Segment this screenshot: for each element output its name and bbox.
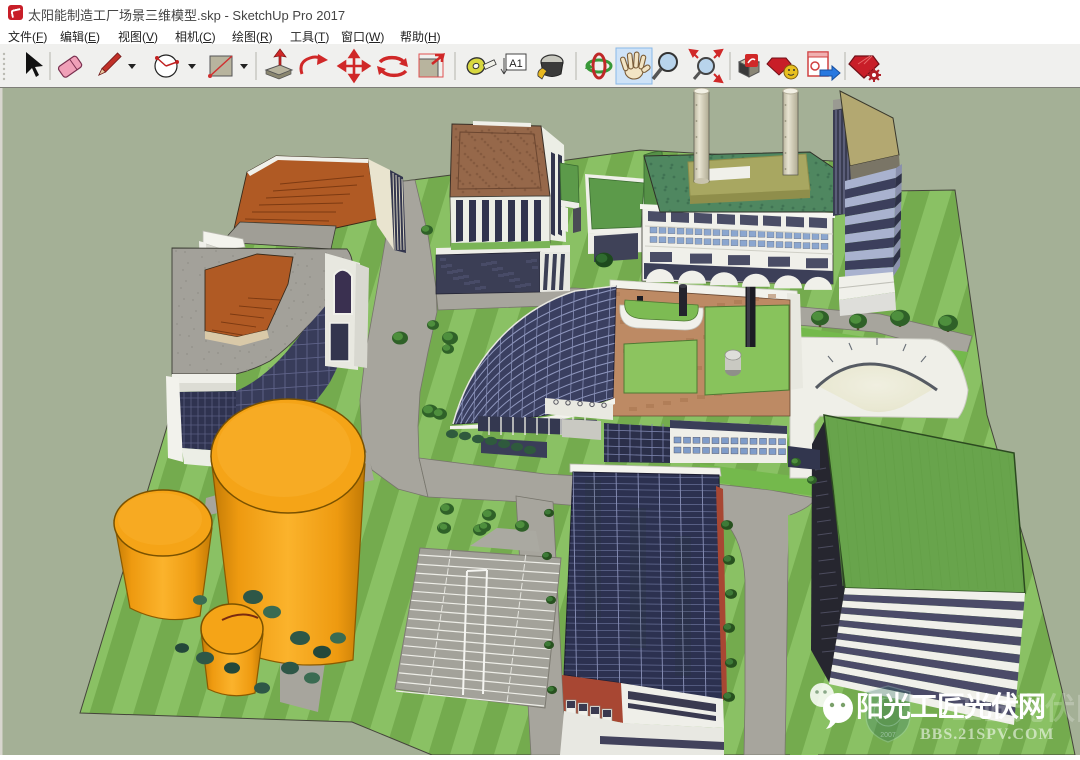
svg-text:A1: A1 xyxy=(509,58,522,70)
svg-text:2007: 2007 xyxy=(880,732,896,739)
svg-text:BBS.21SPV.COM: BBS.21SPV.COM xyxy=(920,726,1055,743)
svg-text:阳光工匠光伏网: 阳光工匠光伏网 xyxy=(856,691,1045,722)
